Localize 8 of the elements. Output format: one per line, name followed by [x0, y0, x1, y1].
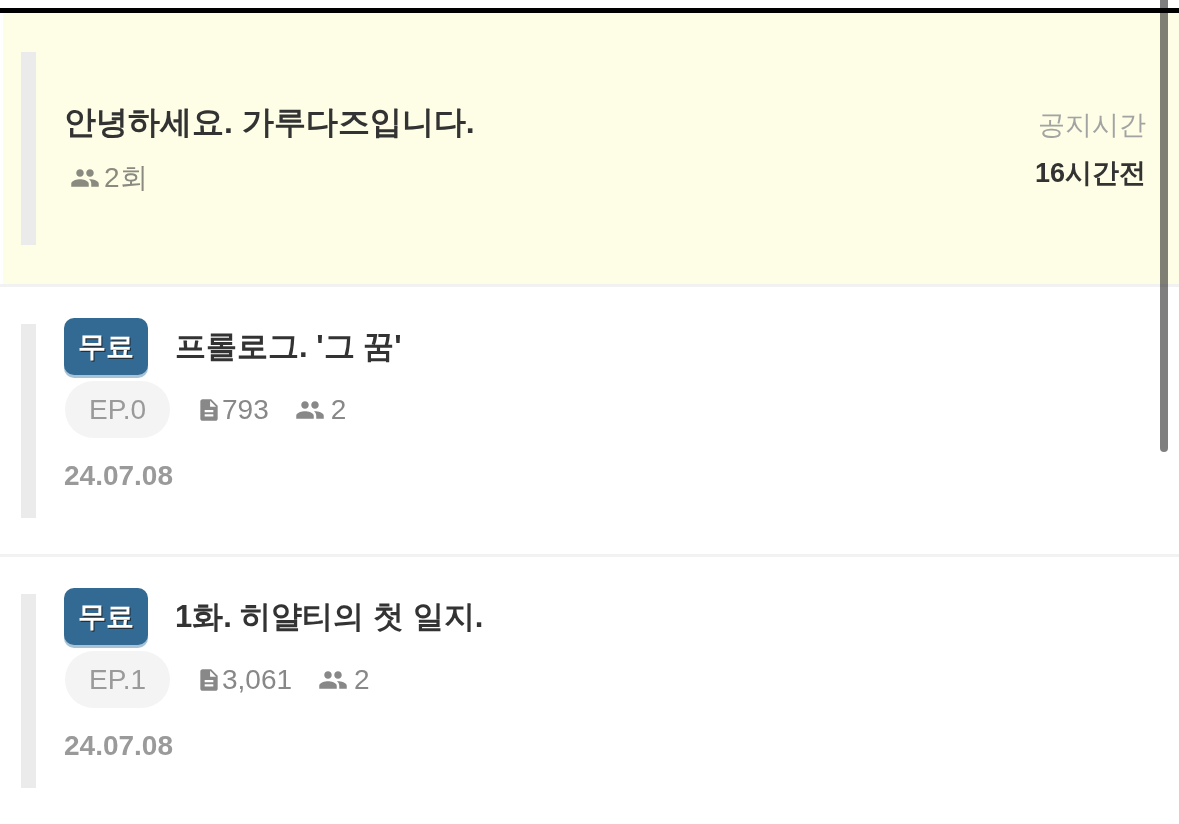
episode-date: 24.07.08 — [64, 459, 173, 493]
viewer-count: 2 — [354, 662, 370, 697]
episode-title: 1화. 히얄티의 첫 일지. — [175, 597, 484, 636]
character-count: 3,061 — [222, 662, 293, 697]
episode-date: 24.07.08 — [64, 729, 173, 763]
free-badge: 무료 — [64, 588, 148, 645]
episode-number: EP.1 — [65, 651, 170, 708]
episode-row[interactable]: 무료 1화. 히얄티의 첫 일지. EP.1 3,061 2 24.07.08 — [0, 557, 1179, 824]
